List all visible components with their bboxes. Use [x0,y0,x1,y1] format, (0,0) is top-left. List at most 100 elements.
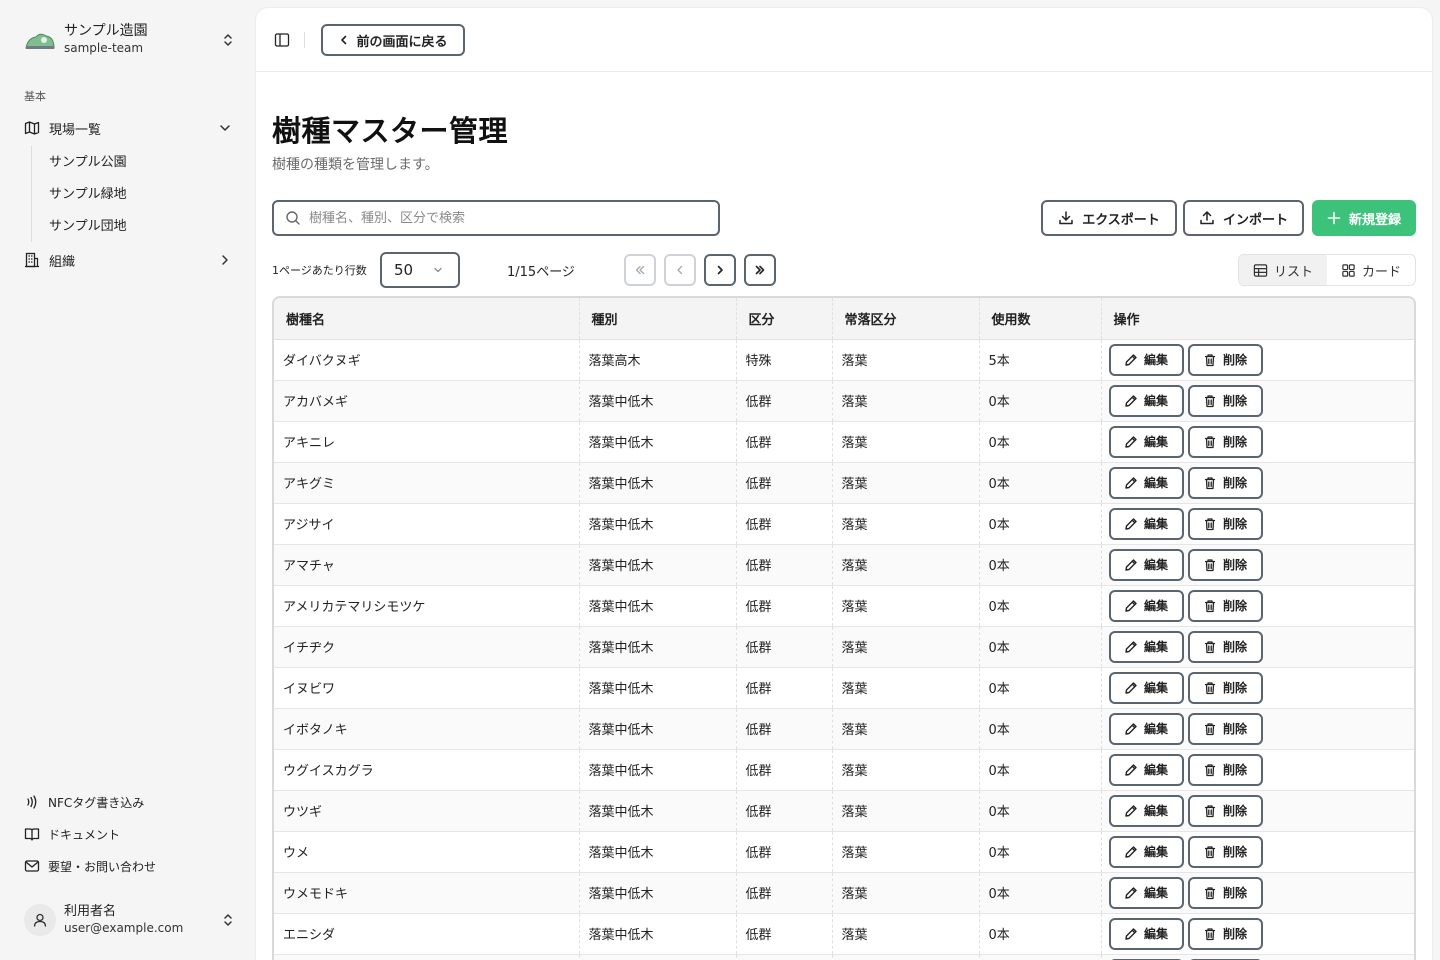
search-field[interactable] [272,200,720,236]
delete-button[interactable]: 削除 [1187,835,1263,868]
team-switcher[interactable]: サンプル造園 sample-team [16,16,240,64]
edit-button[interactable]: 編集 [1108,917,1184,950]
delete-label: 削除 [1222,517,1247,531]
back-button[interactable]: 前の画面に戻る [321,24,465,56]
table-row[interactable]: ウメ 落葉中低木 低群 落葉 0本 編集 削除 [274,831,1414,873]
cell-type: 落葉中低木 [578,872,736,914]
page-title: 樹種マスター管理 [272,114,509,148]
cell-leaf-type: 落葉 [831,790,979,832]
pencil-icon [1125,722,1137,735]
delete-button[interactable]: 削除 [1187,794,1263,827]
edit-button[interactable]: 編集 [1108,425,1184,458]
sidebar-subitem-site[interactable]: サンプル公園 [40,146,240,174]
last-page-button[interactable] [744,254,776,286]
delete-button[interactable]: 削除 [1187,671,1263,704]
cell-leaf-type: 落葉 [831,421,979,463]
cell-usage-count: 0本 [978,544,1101,586]
topbar-divider [304,32,305,48]
sidebar-footer-nfc[interactable]: NFCタグ書き込み [16,790,240,814]
edit-button[interactable]: 編集 [1108,589,1184,622]
edit-label: 編集 [1143,804,1168,818]
user-name: 利用者名 [64,904,117,919]
sidebar-footer-contact[interactable]: 要望・お問い合わせ [16,854,240,878]
delete-button[interactable]: 削除 [1187,507,1263,540]
table-row[interactable]: イヌビワ 落葉中低木 低群 落葉 0本 編集 削除 [274,667,1414,709]
edit-button[interactable]: 編集 [1108,507,1184,540]
table-row[interactable]: ダイバクヌギ 落葉高木 特殊 落葉 5本 編集 削除 [274,339,1414,381]
edit-button[interactable]: 編集 [1108,466,1184,499]
cell-actions: 編集削除 [1100,954,1414,960]
cell-actions: 編集削除 [1100,380,1414,422]
column-header[interactable]: 区分 [735,298,832,340]
delete-label: 削除 [1222,681,1247,695]
view-card-button[interactable]: カード [1327,255,1415,285]
delete-button[interactable]: 削除 [1187,917,1263,950]
edit-button[interactable]: 編集 [1108,548,1184,581]
rows-per-page-select[interactable]: 50 [380,252,460,288]
nav-section-label: 基本 [24,90,46,103]
table-row[interactable]: アマチャ 落葉中低木 低群 落葉 0本 編集 削除 [274,544,1414,586]
cell-species-name [274,954,579,960]
add-new-button[interactable]: 新規登録 [1312,200,1416,236]
delete-button[interactable]: 削除 [1187,466,1263,499]
delete-label: 削除 [1222,640,1247,654]
cell-leaf-type [831,954,979,960]
pencil-icon [1125,927,1137,940]
chevrons-up-down-icon [224,914,232,926]
column-header[interactable]: 使用数 [978,298,1101,340]
table-row[interactable]: イチヂク 落葉中低木 低群 落葉 0本 編集 削除 [274,626,1414,668]
sidebar-subitem-site[interactable]: サンプル団地 [40,210,240,238]
sidebar-item-organization[interactable]: 組織 [16,246,240,274]
cell-leaf-type: 落葉 [831,503,979,545]
delete-button[interactable]: 削除 [1187,548,1263,581]
table-row[interactable]: エニシダ 落葉中低木 低群 落葉 0本 編集 削除 [274,913,1414,955]
delete-button[interactable]: 削除 [1187,343,1263,376]
delete-button[interactable]: 削除 [1187,589,1263,622]
table-row[interactable]: ウメモドキ 落葉中低木 低群 落葉 0本 編集 削除 [274,872,1414,914]
search-input[interactable] [309,210,718,226]
first-page-button[interactable] [624,254,656,286]
export-button[interactable]: エクスポート [1041,200,1177,236]
view-list-button[interactable]: リスト [1239,255,1327,285]
user-menu[interactable]: 利用者名 user@example.com [16,896,240,944]
delete-button[interactable]: 削除 [1187,384,1263,417]
sidebar-footer-docs[interactable]: ドキュメント [16,822,240,846]
delete-button[interactable]: 削除 [1187,876,1263,909]
pencil-icon [1125,599,1137,612]
edit-button[interactable]: 編集 [1108,630,1184,663]
sidebar-footer-label: NFCタグ書き込み [48,795,145,810]
delete-button[interactable]: 削除 [1187,630,1263,663]
table-row[interactable]: アキグミ 落葉中低木 低群 落葉 0本 編集 削除 [274,462,1414,504]
pencil-icon [1125,353,1137,366]
sidebar-item-sites[interactable]: 現場一覧 [16,114,240,142]
edit-button[interactable]: 編集 [1108,753,1184,786]
edit-button[interactable]: 編集 [1108,876,1184,909]
table-row[interactable]: イボタノキ 落葉中低木 低群 落葉 0本 編集 削除 [274,708,1414,750]
table-row[interactable]: アメリカテマリシモツケ 落葉中低木 低群 落葉 0本 編集 削除 [274,585,1414,627]
table-row[interactable]: アジサイ 落葉中低木 低群 落葉 0本 編集 削除 [274,503,1414,545]
table-row[interactable]: ウツギ 落葉中低木 低群 落葉 0本 編集 削除 [274,790,1414,832]
column-header[interactable]: 常落区分 [831,298,979,340]
delete-button[interactable]: 削除 [1187,425,1263,458]
edit-button[interactable]: 編集 [1108,794,1184,827]
column-header[interactable]: 種別 [578,298,736,340]
table-row[interactable]: アキニレ 落葉中低木 低群 落葉 0本 編集 削除 [274,421,1414,463]
table-row[interactable]: 編集削除 [274,954,1414,960]
table-row[interactable]: アカバメギ 落葉中低木 低群 落葉 0本 編集 削除 [274,380,1414,422]
edit-button[interactable]: 編集 [1108,671,1184,704]
delete-button[interactable]: 削除 [1187,712,1263,745]
delete-label: 削除 [1222,927,1247,941]
table-row[interactable]: ウグイスカグラ 落葉中低木 低群 落葉 0本 編集 削除 [274,749,1414,791]
column-header[interactable]: 樹種名 [274,298,579,340]
import-button[interactable]: インポート [1183,200,1304,236]
edit-button[interactable]: 編集 [1108,343,1184,376]
sidebar-subitem-site[interactable]: サンプル緑地 [40,178,240,206]
edit-button[interactable]: 編集 [1108,835,1184,868]
sidebar-toggle-button[interactable] [272,30,292,50]
delete-button[interactable]: 削除 [1187,753,1263,786]
edit-button[interactable]: 編集 [1108,384,1184,417]
prev-page-button[interactable] [664,254,696,286]
edit-button[interactable]: 編集 [1108,712,1184,745]
next-page-button[interactable] [704,254,736,286]
edit-label: 編集 [1143,845,1168,859]
